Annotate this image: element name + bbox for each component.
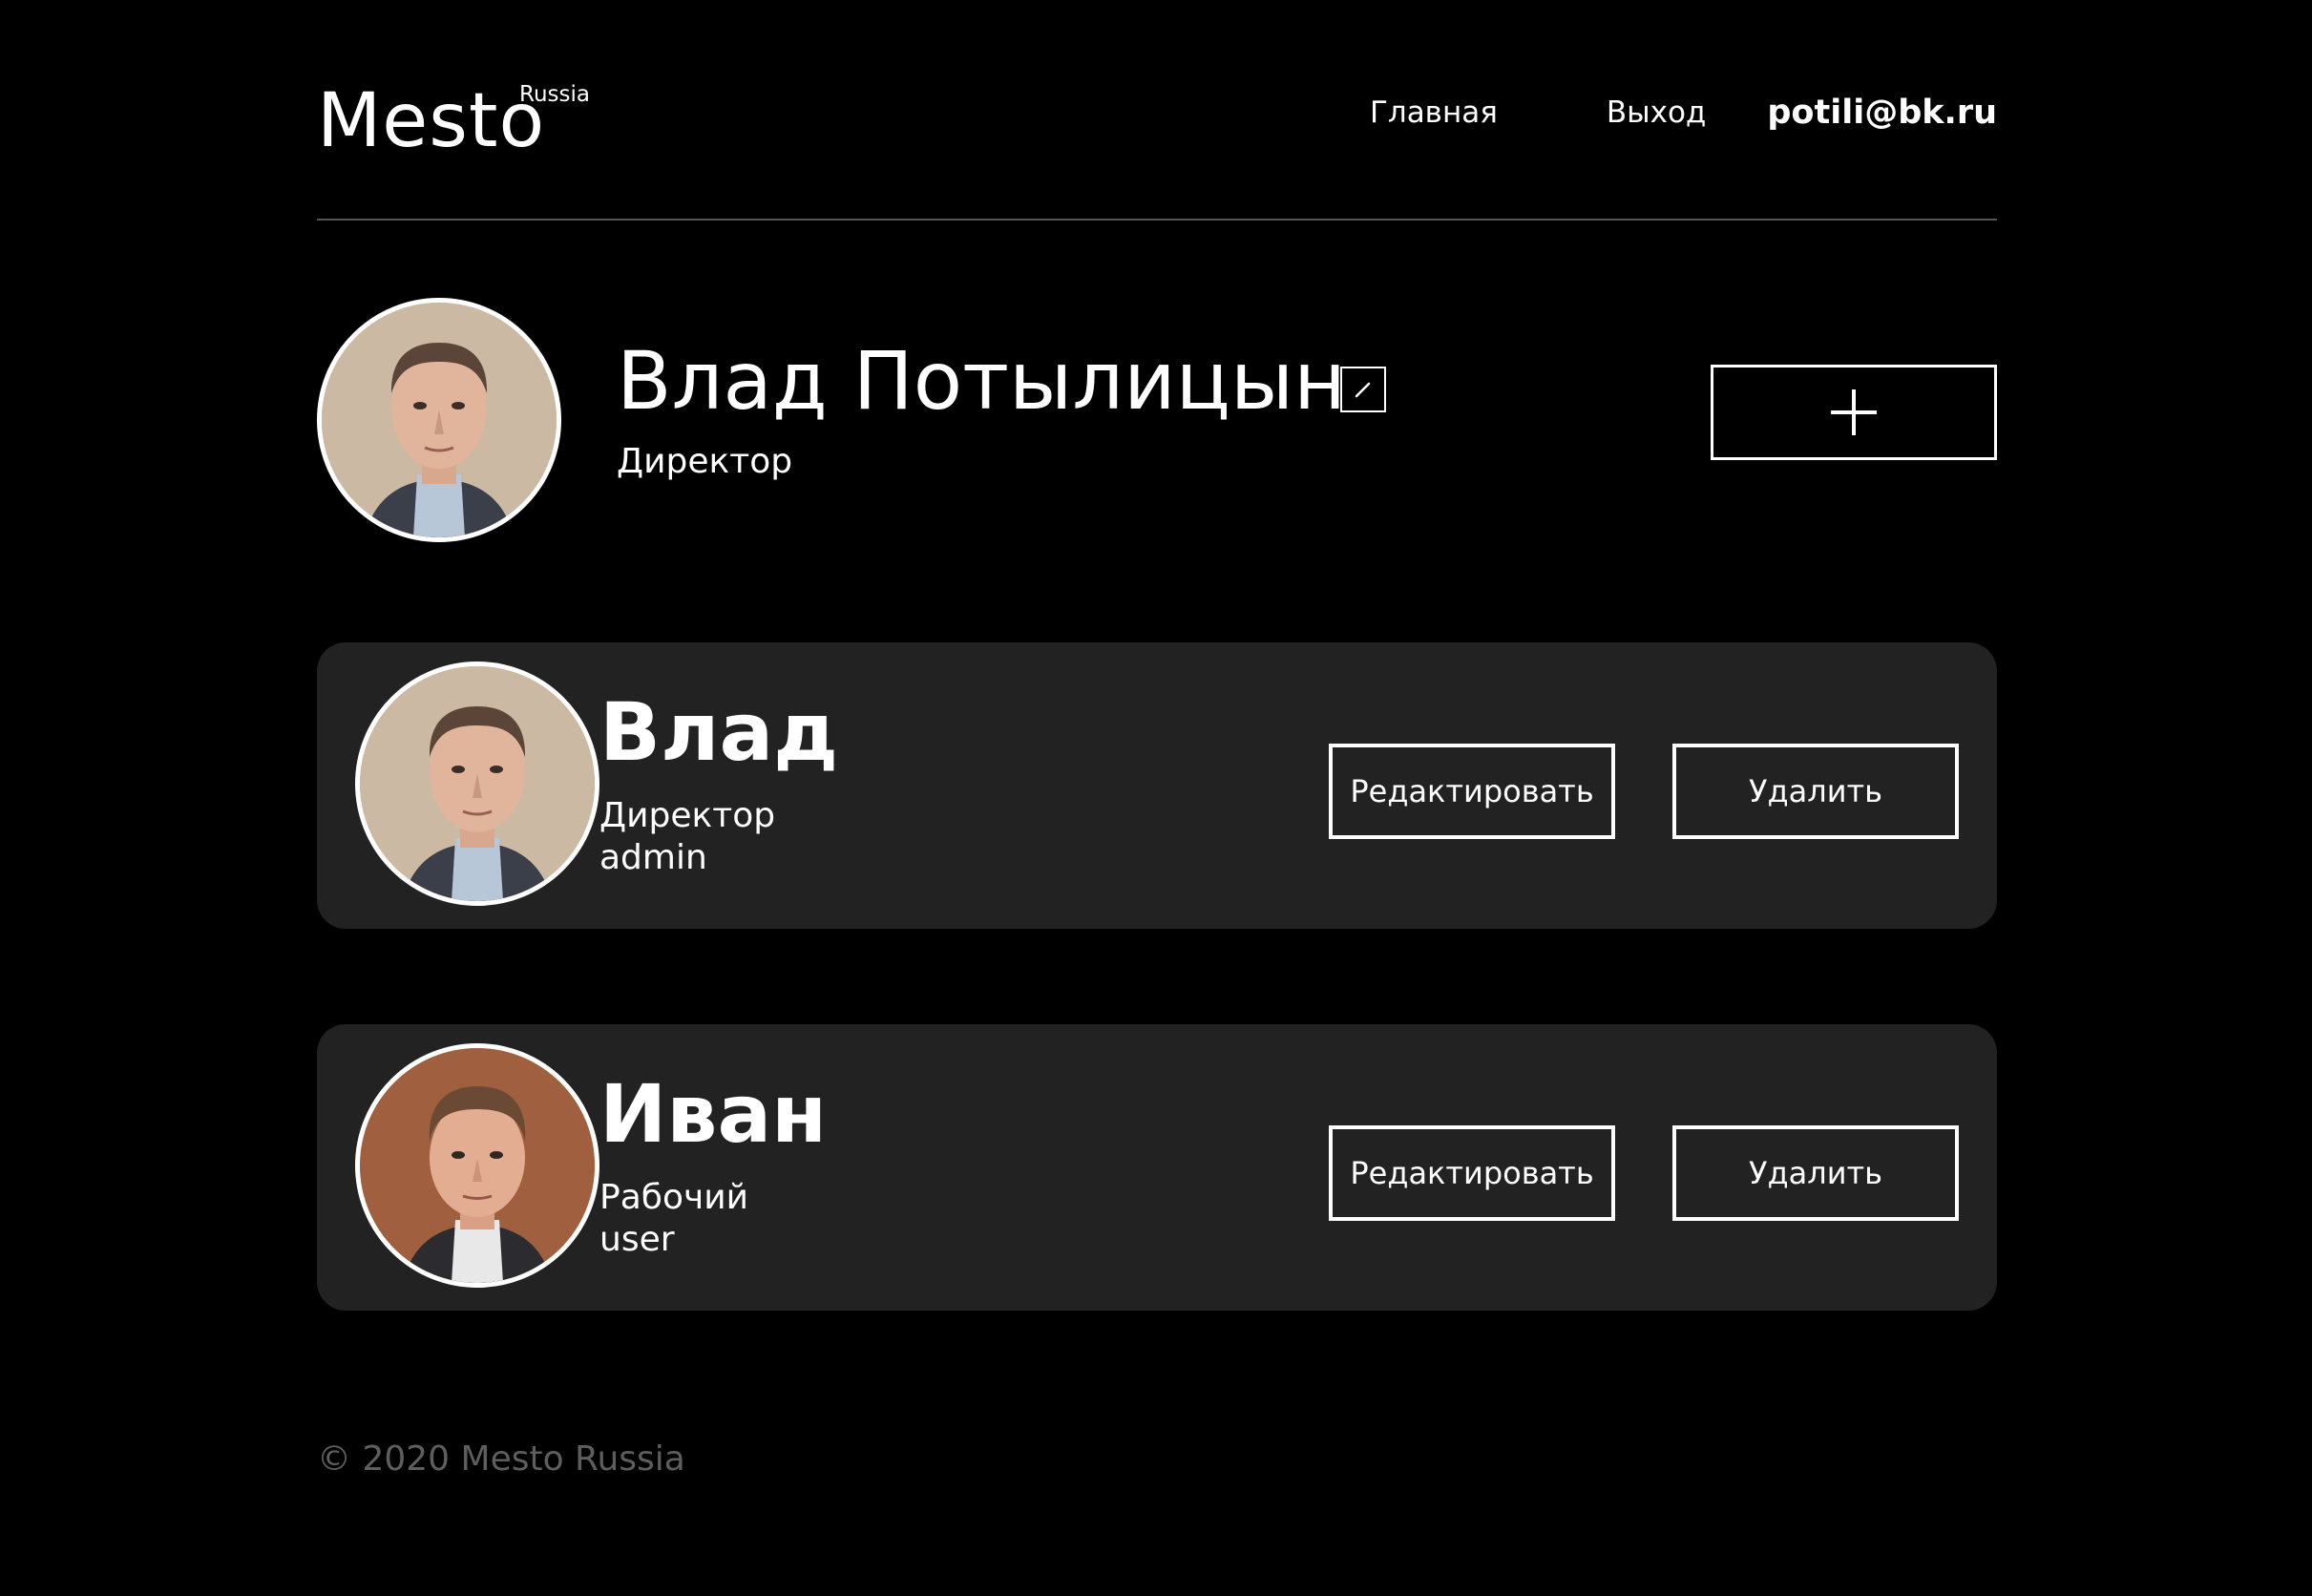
- logo[interactable]: Mesto: [317, 84, 545, 158]
- delete-user-button[interactable]: Удалить: [1672, 1125, 1959, 1221]
- add-button[interactable]: [1711, 365, 1997, 460]
- pencil-icon: [1355, 382, 1371, 398]
- person-photo-icon: [360, 1048, 595, 1283]
- edit-profile-button[interactable]: [1340, 367, 1386, 412]
- user-name: Иван: [599, 1067, 828, 1161]
- user-card: Влад Директор admin Редактировать Удалит…: [317, 642, 1997, 929]
- delete-user-button[interactable]: Удалить: [1672, 744, 1959, 839]
- user-card: Иван Рабочий user Редактировать Удалить: [317, 1024, 1997, 1311]
- user-avatar[interactable]: [355, 1043, 599, 1288]
- nav-home-link[interactable]: Главная: [1370, 95, 1498, 130]
- user-email: potili@bk.ru: [1767, 94, 1997, 132]
- site-header: Mesto Russia Главная Выход potili@bk.ru: [317, 57, 1997, 220]
- footer-copyright: © 2020 Mesto Russia: [317, 1439, 685, 1479]
- profile-name: Влад Потылицын: [617, 334, 1347, 428]
- user-role: admin: [599, 838, 707, 877]
- edit-user-button[interactable]: Редактировать: [1329, 1125, 1615, 1221]
- logo-superscript: Russia: [519, 82, 590, 107]
- header-divider: [317, 219, 1997, 220]
- main-nav: Главная Выход potili@bk.ru: [1370, 92, 1997, 134]
- nav-logout-link[interactable]: Выход: [1607, 95, 1707, 130]
- profile-section: Влад Потылицын Директор: [317, 298, 1997, 544]
- profile-job: Директор: [617, 442, 793, 481]
- user-name: Влад: [599, 685, 839, 779]
- person-photo-icon: [322, 303, 557, 537]
- user-job: Директор: [599, 796, 776, 835]
- user-role: user: [599, 1220, 675, 1259]
- edit-user-button[interactable]: Редактировать: [1329, 744, 1615, 839]
- plus-icon: [1831, 389, 1877, 435]
- user-job: Рабочий: [599, 1178, 749, 1217]
- profile-avatar[interactable]: [317, 298, 561, 542]
- user-avatar[interactable]: [355, 662, 599, 906]
- page: Mesto Russia Главная Выход potili@bk.ru: [0, 0, 2312, 1596]
- person-photo-icon: [360, 666, 595, 901]
